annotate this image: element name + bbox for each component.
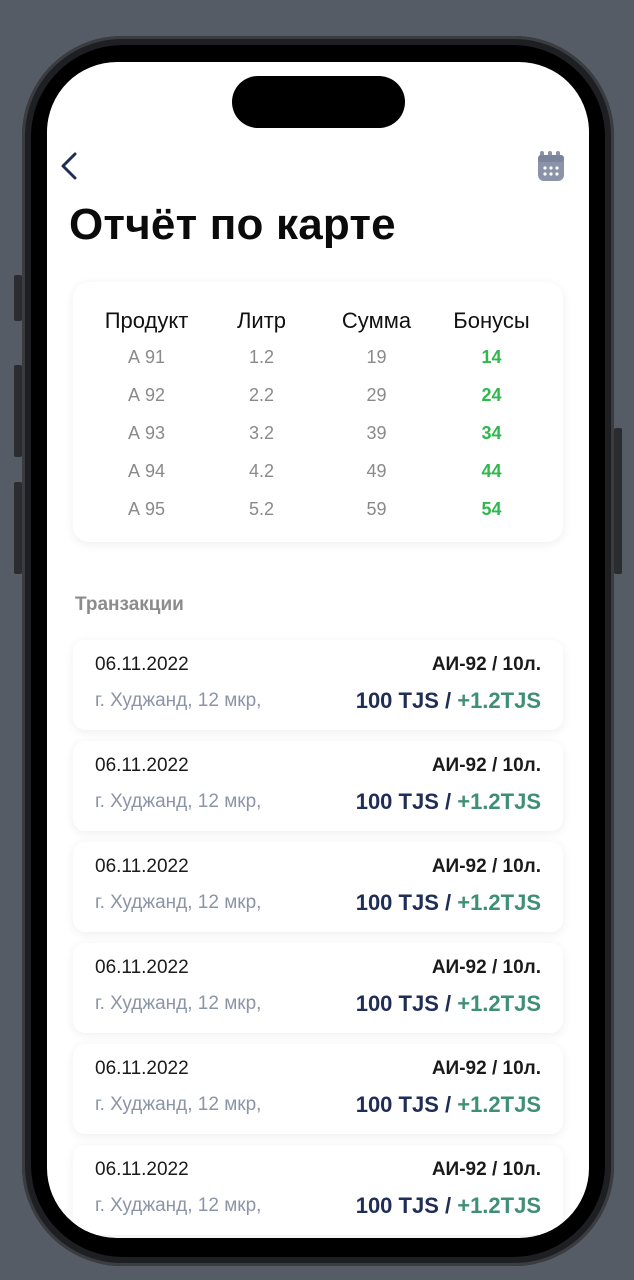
transaction-location: г. Худжанд, 12 мкр, [95,993,262,1014]
transaction-date: 06.11.2022 [95,856,189,877]
transaction-amount: 100 TJS / [355,688,458,713]
calendar-icon [538,151,564,181]
transaction-location: г. Худжанд, 12 мкр, [95,1094,262,1115]
calendar-button[interactable] [537,150,567,182]
report-header-row: Продукт Литр Сумма Бонусы [89,304,549,338]
product-cell: А 91 [127,346,166,367]
transaction-date: 06.11.2022 [95,1058,189,1079]
bonus-cell: 54 [481,498,502,519]
bonus-cell: 34 [481,422,502,443]
column-header-bonus: Бонусы [453,308,530,333]
transaction-card[interactable]: 06.11.2022 АИ-92 / 10л. г. Худжанд, 12 м… [73,741,563,831]
report-table: Продукт Литр Сумма Бонусы А 91 1.2 19 14… [89,304,549,528]
chevron-left-icon [61,152,77,180]
transaction-location: г. Худжанд, 12 мкр, [95,791,262,812]
transaction-card[interactable]: 06.11.2022 АИ-92 / 10л. г. Худжанд, 12 м… [73,943,563,1033]
transaction-amount-group: 100 TJS / +1.2TJS [356,991,541,1017]
transaction-amount-group: 100 TJS / +1.2TJS [356,1092,541,1118]
transaction-amount: 100 TJS / [355,1193,458,1218]
sum-cell: 19 [366,346,387,367]
report-row: А 93 3.2 39 34 [89,414,549,452]
report-row: А 95 5.2 59 54 [89,490,549,528]
transaction-card[interactable]: 06.11.2022 АИ-92 / 10л. г. Худжанд, 12 м… [73,640,563,730]
volume-down-button [14,482,22,574]
transaction-fuel: АИ-92 / 10л. [431,1159,541,1180]
transaction-bonus: +1.2TJS [457,1193,541,1218]
page-title: Отчёт по карте [69,200,396,249]
transaction-fuel: АИ-92 / 10л. [431,755,541,776]
transaction-amount: 100 TJS / [355,1092,458,1117]
sum-cell: 29 [366,384,387,405]
back-button[interactable] [57,150,81,182]
bonus-cell: 14 [481,346,502,367]
transaction-date: 06.11.2022 [95,1159,189,1180]
volume-up-button [14,365,22,457]
transaction-date: 06.11.2022 [95,957,189,978]
transaction-amount-group: 100 TJS / +1.2TJS [356,890,541,916]
transaction-fuel: АИ-92 / 10л. [431,957,541,978]
app-screen: Отчёт по карте Продукт Литр Сумма Бонусы… [47,62,589,1238]
transaction-date: 06.11.2022 [95,654,189,675]
transaction-date: 06.11.2022 [95,755,189,776]
column-header-sum: Сумма [341,308,412,333]
sum-cell: 49 [366,460,387,481]
transaction-bonus: +1.2TJS [457,688,541,713]
transaction-location: г. Худжанд, 12 мкр, [95,1195,262,1216]
transaction-card[interactable]: 06.11.2022 АИ-92 / 10л. г. Худжанд, 12 м… [73,1145,563,1235]
transaction-amount: 100 TJS / [355,890,458,915]
liters-cell: 3.2 [248,422,275,443]
column-header-product: Продукт [104,308,189,333]
transaction-fuel: АИ-92 / 10л. [431,654,541,675]
liters-cell: 2.2 [248,384,275,405]
product-cell: А 93 [127,422,166,443]
column-header-liters: Литр [236,308,287,333]
transaction-location: г. Худжанд, 12 мкр, [95,690,262,711]
product-cell: А 95 [127,498,166,519]
transaction-amount-group: 100 TJS / +1.2TJS [356,1193,541,1219]
mute-switch [14,275,22,321]
bonus-cell: 24 [481,384,502,405]
transaction-amount-group: 100 TJS / +1.2TJS [356,789,541,815]
transactions-list: 06.11.2022 АИ-92 / 10л. г. Худжанд, 12 м… [73,640,563,1238]
transaction-fuel: АИ-92 / 10л. [431,856,541,877]
transaction-amount: 100 TJS / [355,789,458,814]
liters-cell: 4.2 [248,460,275,481]
transaction-card[interactable]: 06.11.2022 АИ-92 / 10л. г. Худжанд, 12 м… [73,1044,563,1134]
transaction-bonus: +1.2TJS [457,1092,541,1117]
transaction-bonus: +1.2TJS [457,991,541,1016]
transaction-card[interactable]: 06.11.2022 АИ-92 / 10л. г. Худжанд, 12 м… [73,842,563,932]
transaction-amount: 100 TJS / [355,991,458,1016]
transaction-location: г. Худжанд, 12 мкр, [95,892,262,913]
report-row: А 94 4.2 49 44 [89,452,549,490]
report-row: А 91 1.2 19 14 [89,338,549,376]
transaction-bonus: +1.2TJS [457,789,541,814]
transaction-amount-group: 100 TJS / +1.2TJS [356,688,541,714]
sum-cell: 39 [366,422,387,443]
report-row: А 92 2.2 29 24 [89,376,549,414]
liters-cell: 5.2 [248,498,275,519]
power-button [614,428,622,574]
product-cell: А 94 [127,460,166,481]
bonus-cell: 44 [481,460,502,481]
liters-cell: 1.2 [248,346,275,367]
dynamic-island [232,76,405,128]
report-card: Продукт Литр Сумма Бонусы А 91 1.2 19 14… [73,282,563,542]
transaction-bonus: +1.2TJS [457,890,541,915]
sum-cell: 59 [366,498,387,519]
product-cell: А 92 [127,384,166,405]
transactions-title: Транзакции [75,594,184,615]
transaction-fuel: АИ-92 / 10л. [431,1058,541,1079]
